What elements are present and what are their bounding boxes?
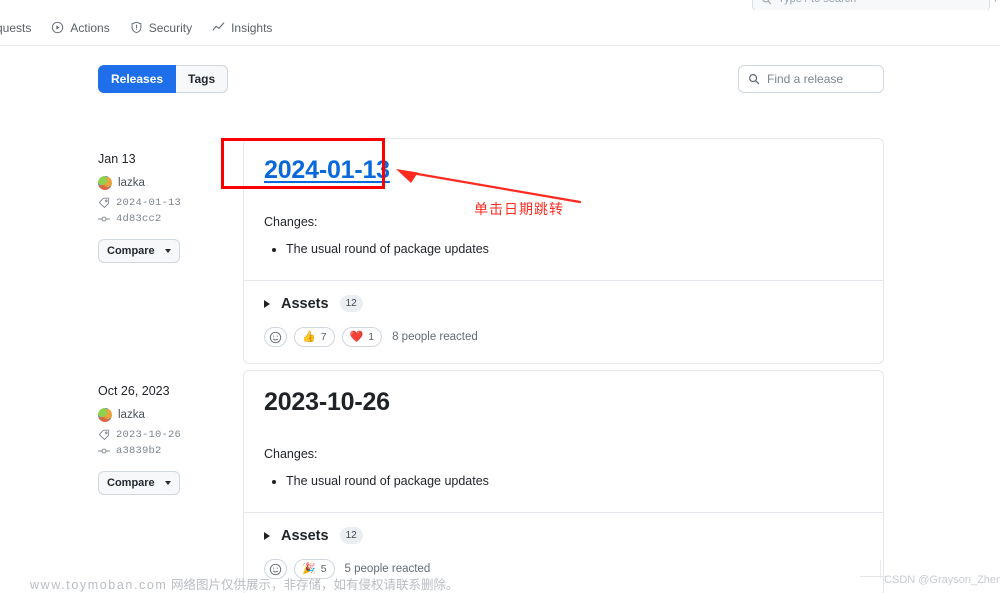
compare-button[interactable]: Compare (98, 239, 180, 263)
nav-item-label: quests (0, 20, 32, 35)
commit-sha: 4d83cc2 (116, 213, 162, 225)
changes-list: The usual round of package updates (264, 472, 863, 491)
repo-nav: quests Actions Security Insights (0, 10, 1000, 46)
reacted-summary: 8 people reacted (392, 331, 478, 344)
tag-icon (98, 197, 110, 209)
compare-label: Compare (107, 245, 155, 257)
reaction-count: 1 (368, 331, 375, 344)
releases-tags-toggle: Releases Tags (98, 65, 229, 93)
reaction-pill[interactable]: 👍 7 (294, 327, 335, 348)
release-date: Jan 13 (98, 152, 136, 166)
release-date: Oct 26, 2023 (98, 384, 170, 398)
chevron-right-icon (264, 531, 270, 540)
commit-icon (98, 448, 110, 454)
release-title[interactable]: 2023-10-26 (264, 388, 863, 417)
avatar (98, 176, 112, 190)
watermark-right: CSDN @Grayson_Zheng (884, 574, 1000, 586)
release-card: 2023-10-26 Changes: The usual round of p… (243, 370, 884, 593)
chevron-down-icon (164, 481, 171, 485)
smiley-icon (269, 331, 282, 343)
release-meta: Jan 13 lazka 2024-01-13 4d83cc2 Compare (98, 138, 243, 364)
changes-label: Changes: (264, 446, 318, 461)
list-item: The usual round of package updates (286, 240, 863, 259)
release-tag[interactable]: 2024-01-13 (98, 197, 243, 209)
add-reaction-button[interactable] (264, 327, 287, 348)
assets-count-badge: 12 (339, 527, 363, 545)
nav-item-label: Actions (70, 20, 110, 35)
top-search-strip: Type / to search / (0, 0, 1000, 10)
release-commit[interactable]: a3839b2 (98, 445, 243, 457)
global-search-placeholder: Type / to search (778, 0, 856, 5)
tab-tags[interactable]: Tags (176, 65, 229, 93)
watermark-left: www.toymoban.com 网络图片仅供展示，非存储，如有侵权请联系删除。 (30, 574, 458, 593)
tab-releases[interactable]: Releases (98, 65, 177, 93)
play-circle-icon (52, 21, 64, 34)
search-icon (762, 0, 772, 4)
tag-name: 2024-01-13 (116, 197, 182, 209)
assets-label: Assets (281, 295, 329, 312)
annotation-text: 单击日期跳转 (474, 202, 564, 218)
author-name: lazka (118, 177, 145, 189)
find-release-input[interactable]: Find a release (738, 65, 884, 93)
reactions-bar: 👍 7 ❤️ 1 8 people reacted (264, 327, 863, 348)
assets-footer: Assets 12 👍 7 ❤️ 1 8 people reacted (244, 280, 883, 363)
chevron-right-icon (264, 299, 270, 308)
list-item: The usual round of package updates (286, 472, 863, 491)
release-card-body: 2023-10-26 Changes: The usual round of p… (244, 371, 883, 512)
commit-sha: a3839b2 (116, 445, 162, 457)
search-kbd-hint: / (988, 0, 1000, 10)
avatar (98, 408, 112, 422)
reaction-count: 7 (320, 331, 327, 344)
nav-item-actions[interactable]: Actions (41, 17, 119, 38)
search-icon (749, 74, 760, 85)
thumbsup-icon: 👍 (302, 330, 316, 343)
reaction-pill[interactable]: ❤️ 1 (341, 327, 383, 348)
releases-content: Releases Tags Find a release Jan 13 lazk… (0, 46, 1000, 593)
release-tag[interactable]: 2023-10-26 (98, 429, 243, 441)
chevron-down-icon (164, 249, 171, 253)
global-search-input[interactable]: Type / to search (752, 0, 990, 10)
find-release-placeholder: Find a release (767, 72, 844, 86)
release-title-link[interactable]: 2024-01-13 (264, 156, 390, 184)
compare-label: Compare (107, 477, 155, 489)
commit-icon (98, 216, 110, 222)
compare-button[interactable]: Compare (98, 471, 180, 495)
release-author[interactable]: lazka (98, 176, 243, 190)
nav-item-label: Insights (231, 20, 273, 35)
github-releases-page: Type / to search / quests Actions Securi… (0, 0, 1000, 593)
nav-item-security[interactable]: Security (120, 17, 202, 38)
shield-icon (131, 21, 142, 34)
heart-icon: ❤️ (349, 330, 364, 343)
release-commit[interactable]: 4d83cc2 (98, 213, 243, 225)
assets-label: Assets (281, 527, 329, 544)
author-name: lazka (118, 409, 145, 421)
assets-toggle[interactable]: Assets 12 (264, 295, 863, 313)
watermark-notice: 网络图片仅供展示，非存储，如有侵权请联系删除。 (170, 578, 459, 592)
graph-icon (212, 22, 225, 31)
tag-name: 2023-10-26 (116, 429, 182, 441)
release-author[interactable]: lazka (98, 408, 243, 422)
watermark-rule (860, 576, 886, 577)
nav-item-insights[interactable]: Insights (202, 17, 282, 38)
changes-list: The usual round of package updates (264, 240, 863, 259)
releases-toolbar: Releases Tags Find a release (98, 65, 884, 95)
assets-count-badge: 12 (339, 295, 363, 313)
assets-toggle[interactable]: Assets 12 (264, 527, 863, 545)
release-meta: Oct 26, 2023 lazka 2023-10-26 a3839b2 Co… (98, 370, 243, 593)
tag-icon (98, 429, 110, 441)
release-row: Oct 26, 2023 lazka 2023-10-26 a3839b2 Co… (98, 370, 884, 593)
watermark-domain: www.toymoban.com (30, 578, 168, 592)
nav-item-label: Security (148, 20, 193, 35)
nav-item-pull-requests[interactable]: quests (0, 18, 41, 38)
